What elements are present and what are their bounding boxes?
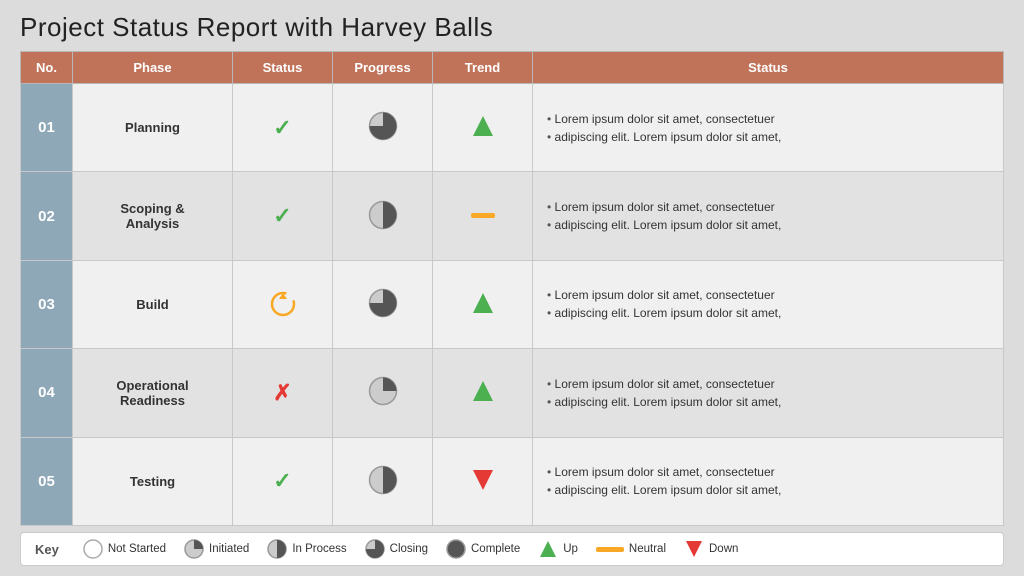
key-label-closing: Closing — [390, 543, 428, 555]
key-item-initiated: Initiated — [184, 539, 249, 559]
note-item: Lorem ipsum dolor sit amet, consectetuer — [547, 286, 989, 304]
notes-cell: Lorem ipsum dolor sit amet, consectetuer… — [533, 260, 1004, 348]
trend-cell — [433, 437, 533, 525]
status-icon-cell: ✓ — [233, 172, 333, 260]
cross-icon: ✗ — [273, 382, 291, 404]
key-label-not-started: Not Started — [108, 543, 166, 555]
progress-cell — [333, 349, 433, 437]
status-icon-cell: ✓ — [233, 437, 333, 525]
note-item: Lorem ipsum dolor sit amet, consectetuer — [547, 110, 989, 128]
progress-cell — [333, 172, 433, 260]
key-item-closing: Closing — [365, 539, 428, 559]
neutral-dash-icon — [596, 547, 624, 552]
note-item: adipiscing elit. Lorem ipsum dolor sit a… — [547, 128, 989, 146]
up-arrow-icon — [538, 539, 558, 559]
notes-cell: Lorem ipsum dolor sit amet, consectetuer… — [533, 437, 1004, 525]
trend-up-icon — [469, 289, 497, 317]
key-label-neutral: Neutral — [629, 543, 666, 555]
table-row: 05Testing ✓ Lorem ipsum dolor sit amet, co… — [21, 437, 1004, 525]
status-icon-cell: ✓ — [233, 84, 333, 172]
key-label: Key — [35, 542, 59, 557]
closing-icon — [365, 539, 385, 559]
table-row: 04OperationalReadiness ✗ Lorem ipsum dolor… — [21, 349, 1004, 437]
check-icon: ✓ — [273, 205, 291, 227]
initiated-icon — [184, 539, 204, 559]
row-number: 02 — [21, 172, 73, 260]
phase-cell: Scoping &Analysis — [73, 172, 233, 260]
trend-neutral-icon — [469, 209, 497, 221]
status-table: No. Phase Status Progress Trend Status 0… — [20, 51, 1004, 526]
status-icon-cell: ✗ — [233, 349, 333, 437]
progress-cell — [333, 84, 433, 172]
in-process-icon — [267, 539, 287, 559]
notes-cell: Lorem ipsum dolor sit amet, consectetuer… — [533, 84, 1004, 172]
key-item-up: Up — [538, 539, 578, 559]
key-item-in-process: In Process — [267, 539, 346, 559]
table-row: 01Planning ✓ Lorem ipsum dolor sit amet, c… — [21, 84, 1004, 172]
table-wrapper: No. Phase Status Progress Trend Status 0… — [20, 51, 1004, 526]
key-item-neutral: Neutral — [596, 543, 666, 555]
notes-cell: Lorem ipsum dolor sit amet, consectetuer… — [533, 349, 1004, 437]
trend-up-icon — [469, 112, 497, 140]
check-icon: ✓ — [273, 117, 291, 139]
trend-up-icon — [469, 377, 497, 405]
page-title: Project Status Report with Harvey Balls — [20, 12, 1004, 43]
note-item: adipiscing elit. Lorem ipsum dolor sit a… — [547, 393, 989, 411]
progress-cell — [333, 437, 433, 525]
progress-cell — [333, 260, 433, 348]
table-row: 03Build Lorem ipsum dolor sit amet, conse… — [21, 260, 1004, 348]
note-item: Lorem ipsum dolor sit amet, consectetuer — [547, 463, 989, 481]
note-item: adipiscing elit. Lorem ipsum dolor sit a… — [547, 304, 989, 322]
status-icon-cell — [233, 260, 333, 348]
key-label-in-process: In Process — [292, 543, 346, 555]
trend-cell — [433, 172, 533, 260]
circle-arrow-icon — [269, 290, 297, 318]
trend-cell — [433, 349, 533, 437]
key-item-complete: Complete — [446, 539, 520, 559]
col-header-notes: Status — [533, 52, 1004, 84]
page: Project Status Report with Harvey Balls … — [0, 0, 1024, 576]
complete-icon — [446, 539, 466, 559]
trend-cell — [433, 84, 533, 172]
phase-cell: Planning — [73, 84, 233, 172]
col-header-no: No. — [21, 52, 73, 84]
phase-cell: Testing — [73, 437, 233, 525]
row-number: 01 — [21, 84, 73, 172]
key-label-down: Down — [709, 543, 738, 555]
key-item-not-started: Not Started — [83, 539, 166, 559]
note-item: adipiscing elit. Lorem ipsum dolor sit a… — [547, 481, 989, 499]
row-number: 03 — [21, 260, 73, 348]
col-header-status: Status — [233, 52, 333, 84]
row-number: 04 — [21, 349, 73, 437]
note-item: adipiscing elit. Lorem ipsum dolor sit a… — [547, 216, 989, 234]
down-arrow-icon — [684, 539, 704, 559]
col-header-phase: Phase — [73, 52, 233, 84]
key-label-complete: Complete — [471, 543, 520, 555]
key-item-down: Down — [684, 539, 738, 559]
phase-cell: OperationalReadiness — [73, 349, 233, 437]
col-header-trend: Trend — [433, 52, 533, 84]
table-row: 02Scoping &Analysis ✓ Lorem ipsum dolor si… — [21, 172, 1004, 260]
note-item: Lorem ipsum dolor sit amet, consectetuer — [547, 375, 989, 393]
trend-cell — [433, 260, 533, 348]
not-started-icon — [83, 539, 103, 559]
key-label-up: Up — [563, 543, 578, 555]
trend-down-icon — [469, 466, 497, 494]
check-icon: ✓ — [273, 470, 291, 492]
row-number: 05 — [21, 437, 73, 525]
key-label-initiated: Initiated — [209, 543, 249, 555]
phase-cell: Build — [73, 260, 233, 348]
note-item: Lorem ipsum dolor sit amet, consectetuer — [547, 198, 989, 216]
col-header-progress: Progress — [333, 52, 433, 84]
notes-cell: Lorem ipsum dolor sit amet, consectetuer… — [533, 172, 1004, 260]
key-bar: Key Not Started Initiated In Process Clo… — [20, 532, 1004, 566]
